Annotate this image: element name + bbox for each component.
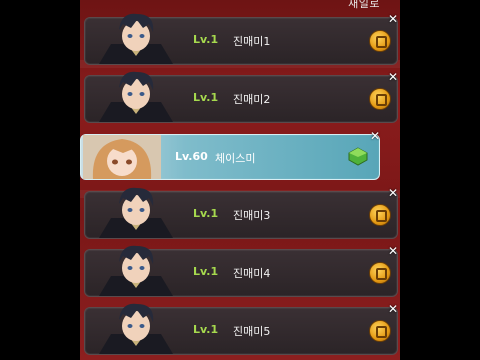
character-portrait	[97, 68, 175, 122]
character-portrait	[97, 184, 175, 238]
character-list-panel: 재일로 Lv.1 진매미1 ✕ Lv.1 진매미2 ✕ Lv.60 체이스미 ✕…	[80, 0, 400, 360]
character-portrait	[97, 242, 175, 296]
character-name: 체이스미	[215, 152, 256, 165]
level-label: Lv.1	[193, 91, 219, 104]
level-label: Lv.1	[193, 323, 219, 336]
level-label: Lv.60	[175, 150, 208, 163]
character-name: 진매미5	[233, 325, 271, 338]
character-name: 진매미4	[233, 267, 271, 280]
gold-coin-icon[interactable]	[369, 320, 391, 342]
character-portrait	[97, 300, 175, 354]
close-icon[interactable]: ✕	[387, 71, 399, 83]
character-name: 진매미2	[233, 93, 271, 106]
green-gem-icon[interactable]	[347, 145, 369, 167]
close-icon[interactable]: ✕	[387, 187, 399, 199]
list-item[interactable]: Lv.1 진매미2 ✕	[84, 71, 398, 123]
close-icon[interactable]: ✕	[387, 245, 399, 257]
level-label: Lv.1	[193, 33, 219, 46]
list-item[interactable]: Lv.1 진매미3 ✕	[84, 187, 398, 239]
character-portrait	[97, 10, 175, 64]
gold-coin-icon[interactable]	[369, 204, 391, 226]
list-item-selected[interactable]: Lv.60 체이스미 ✕	[80, 130, 380, 180]
gold-coin-icon[interactable]	[369, 30, 391, 52]
character-name: 진매미3	[233, 209, 271, 222]
top-label: 재일로	[348, 0, 380, 10]
list-item[interactable]: Lv.1 진매미4 ✕	[84, 245, 398, 297]
close-icon[interactable]: ✕	[369, 130, 381, 142]
character-portrait	[83, 135, 161, 179]
gold-coin-icon[interactable]	[369, 88, 391, 110]
level-label: Lv.1	[193, 265, 219, 278]
gold-coin-icon[interactable]	[369, 262, 391, 284]
close-icon[interactable]: ✕	[387, 303, 399, 315]
list-item[interactable]: Lv.1 진매미1 ✕	[84, 13, 398, 65]
character-name: 진매미1	[233, 35, 271, 48]
close-icon[interactable]: ✕	[387, 13, 399, 25]
level-label: Lv.1	[193, 207, 219, 220]
list-item[interactable]: Lv.1 진매미5 ✕	[84, 303, 398, 355]
